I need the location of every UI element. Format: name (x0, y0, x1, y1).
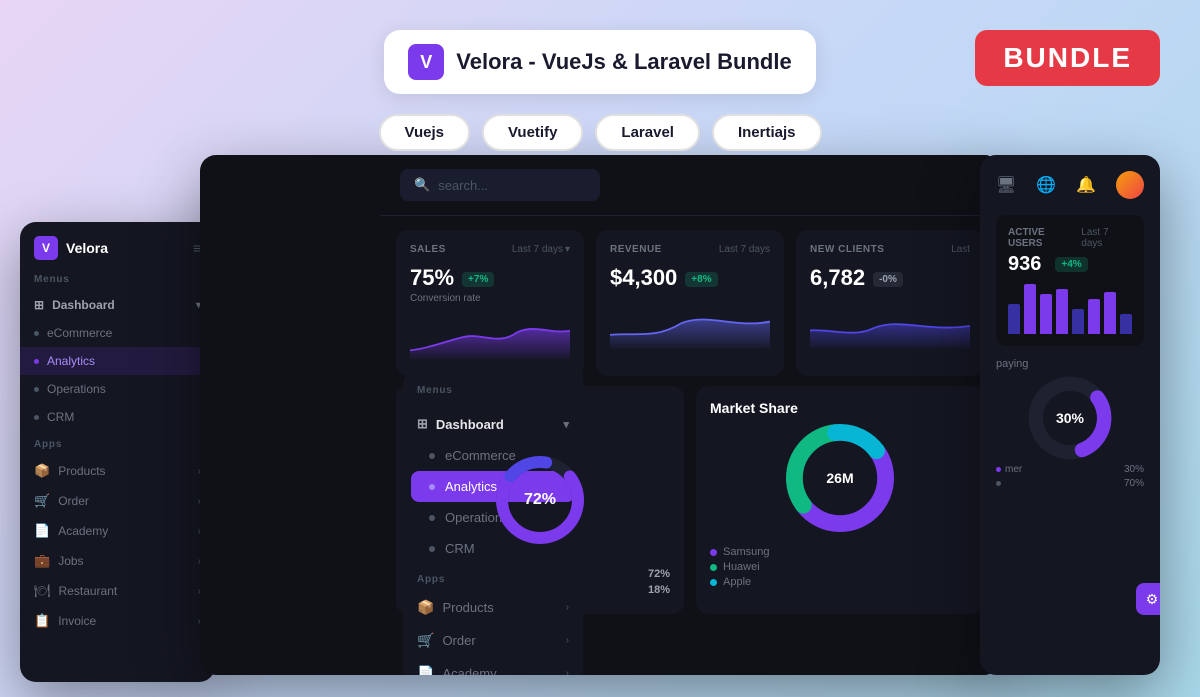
paying-legend-item-1: mer 30% (996, 464, 1144, 475)
legend-huawei: Huawei (710, 561, 970, 573)
paying-pct: 30% (1056, 410, 1084, 426)
title-badge: V Velora - VueJs & Laravel Bundle (384, 30, 815, 94)
coupon-donut: 72% (410, 440, 670, 560)
paying-legend-item-2: 70% (996, 478, 1144, 489)
main-header: 🔍 search... (380, 155, 1000, 216)
search-bar[interactable]: 🔍 search... (400, 169, 600, 201)
clients-label: NEW CLIENTS (810, 244, 884, 255)
small-menus-label: Menus (20, 274, 215, 291)
small-logo-icon: V (34, 236, 58, 260)
market-legend: Samsung Huawei Apple (710, 546, 970, 588)
monitor-icon: 🖥 (996, 175, 1016, 195)
small-academy-item[interactable]: 📄 Academy › (20, 516, 215, 546)
active-users-value: 936 (1008, 253, 1041, 276)
revenue-stat-card: REVENUE Last 7 days $4,300 +8% (596, 230, 784, 376)
coupon-pct-1: 72% (648, 568, 670, 580)
small-analytics-item[interactable]: Analytics (20, 347, 215, 375)
market-value: 26M (826, 470, 853, 486)
coupon-pct-2: 18% (648, 584, 670, 596)
tech-tag-laravel[interactable]: Laravel (595, 114, 700, 151)
search-placeholder: search... (438, 178, 488, 193)
center-products-item[interactable]: 📦 Products › (403, 591, 583, 624)
bell-icon: 🔔 (1076, 175, 1096, 195)
center-academy-item[interactable]: 📄 Academy › (403, 657, 583, 675)
market-donut: 26M (710, 418, 970, 538)
revenue-badge: +8% (685, 272, 717, 287)
small-sidebar-logo: V Velora (34, 236, 108, 260)
clients-period: Last (951, 244, 970, 255)
sales-chart (410, 312, 570, 362)
small-ecommerce-item[interactable]: eCommerce (20, 319, 215, 347)
clients-stat-card: NEW CLIENTS Last 6,782 -0% (796, 230, 984, 376)
active-badge: +4% (1055, 257, 1087, 272)
center-dashboard-item[interactable]: ⊞ Dashboard ▾ (403, 408, 583, 440)
small-products-item[interactable]: 📦 Products › (20, 456, 215, 486)
paying-legend: mer 30% 70% (996, 464, 1144, 489)
globe-icon: 🌐 (1036, 175, 1056, 195)
revenue-period: Last 7 days (719, 244, 770, 255)
active-users-label: ACTIVE USERS (1008, 227, 1081, 249)
right-panel: 🖥 🌐 🔔 ACTIVE USERS Last 7 days 936 +4% p… (980, 155, 1160, 675)
small-invoice-item[interactable]: 📋 Invoice › (20, 606, 215, 636)
right-panel-header: 🖥 🌐 🔔 (996, 171, 1144, 199)
revenue-label: REVENUE (610, 244, 662, 255)
active-users-card: ACTIVE USERS Last 7 days 936 +4% (996, 215, 1144, 346)
revenue-chart (610, 301, 770, 351)
tech-tag-vuetify[interactable]: Vuetify (482, 114, 583, 151)
sales-badge: +7% (462, 272, 494, 287)
market-card: Market Share 26M (696, 386, 984, 614)
coupon-pct: 72% (524, 491, 556, 509)
stats-row: SALES Last 7 days ▾ 75% +7% Conversion r… (380, 216, 1000, 386)
clients-chart (810, 301, 970, 351)
settings-fab[interactable]: ⚙ (1136, 583, 1160, 615)
search-icon: 🔍 (414, 177, 430, 193)
clients-value: 6,782 (810, 265, 865, 291)
app-title: Velora - VueJs & Laravel Bundle (456, 49, 791, 75)
legend-samsung: Samsung (710, 546, 970, 558)
small-dashboard-item[interactable]: ⊞ Dashboard ▾ (20, 291, 215, 319)
small-sidebar: V Velora ≡ Menus ⊞ Dashboard ▾ eCommerce… (20, 222, 215, 682)
center-order-item[interactable]: 🛒 Order › (403, 624, 583, 657)
clients-badge: -0% (873, 272, 903, 287)
small-apps-label: Apps (20, 439, 215, 456)
user-avatar[interactable] (1116, 171, 1144, 199)
center-apps-label: Apps (403, 564, 583, 591)
app-logo-icon: V (408, 44, 444, 80)
paying-donut: 30% (996, 378, 1144, 458)
top-paying-label: paying (996, 358, 1144, 370)
sales-label: SALES (410, 244, 446, 255)
market-title: Market Share (710, 400, 970, 416)
tech-tag-vuejs[interactable]: Vuejs (379, 114, 470, 151)
small-logo-text: Velora (66, 240, 108, 256)
small-jobs-item[interactable]: 💼 Jobs › (20, 546, 215, 576)
sales-period: Last 7 days (512, 244, 563, 255)
sales-stat-card: SALES Last 7 days ▾ 75% +7% Conversion r… (396, 230, 584, 376)
tech-tag-inertiajs[interactable]: Inertiajs (712, 114, 822, 151)
sales-sub: Conversion rate (410, 293, 570, 304)
small-order-item[interactable]: 🛒 Order › (20, 486, 215, 516)
active-users-bar-chart (1008, 284, 1132, 334)
revenue-value: $4,300 (610, 265, 677, 291)
center-menus-label: Menus (403, 385, 583, 408)
small-restaurant-item[interactable]: 🍽 Restaurant › (20, 576, 215, 606)
sales-value: 75% (410, 265, 454, 291)
small-crm-item[interactable]: CRM (20, 403, 215, 431)
bundle-badge: BUNDLE (975, 30, 1160, 86)
legend-apple: Apple (710, 576, 970, 588)
main-app-window: Menus ⊞ Dashboard ▾ eCommerce Analytics … (200, 155, 1000, 675)
small-operations-item[interactable]: Operations (20, 375, 215, 403)
